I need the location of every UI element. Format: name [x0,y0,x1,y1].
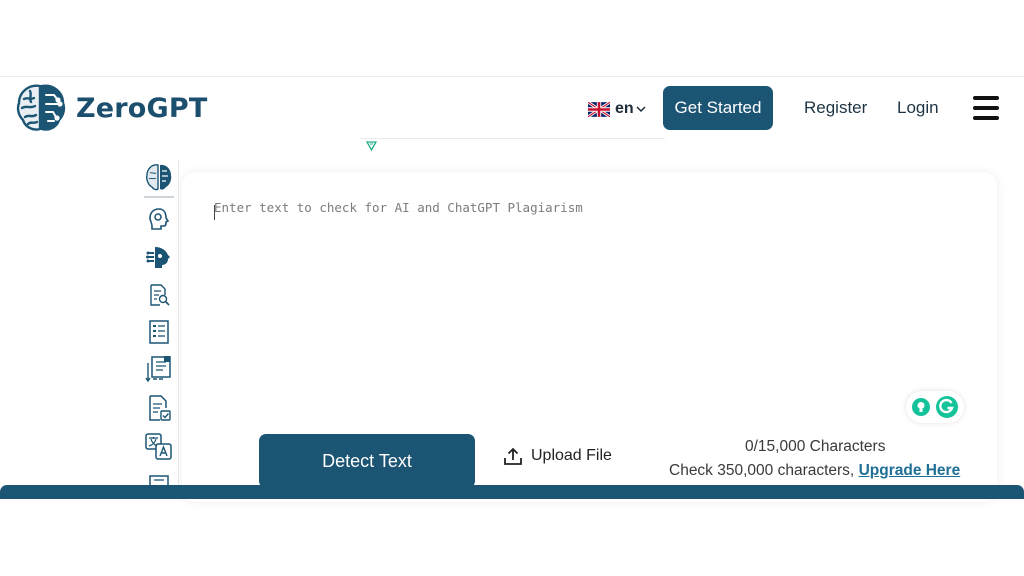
upload-file-button[interactable]: Upload File [503,446,612,466]
logo[interactable]: ZeroGPT [14,81,208,135]
text-cursor [214,205,215,220]
register-link[interactable]: Register [804,98,867,118]
upgrade-prefix: Check 350,000 characters, [669,462,859,479]
get-started-button[interactable]: Get Started [663,86,773,130]
text-input-area[interactable] [214,200,974,390]
login-link[interactable]: Login [897,98,939,118]
language-selector[interactable]: en [588,100,646,118]
bottom-banner-bar [0,485,1024,499]
header-divider [0,76,1024,77]
hamburger-line [973,116,999,120]
detect-text-button[interactable]: Detect Text [259,434,475,488]
word-counter-icon[interactable] [144,354,174,384]
brain-logo-icon [16,84,66,131]
ad-divider [360,138,665,139]
grammar-checker-icon[interactable] [144,393,174,423]
translator-icon[interactable] [144,432,174,462]
active-tool-indicator [144,196,174,198]
summarizer-icon[interactable] [144,317,174,347]
ai-detector-brain-icon[interactable] [144,162,174,192]
rail-divider [178,160,179,490]
chevron-down-icon [636,106,646,113]
character-counter: 0/15,000 Characters [745,438,886,455]
brand-name: ZeroGPT [76,92,208,124]
tools-sidebar [140,160,176,490]
grammarly-g-icon [936,396,958,418]
upgrade-message: Check 350,000 characters, Upgrade Here [669,462,960,480]
paraphraser-icon[interactable] [144,280,174,310]
language-label: en [615,100,634,117]
upload-label: Upload File [531,447,612,464]
upload-icon [504,447,522,465]
hamburger-line [973,96,999,100]
lightbulb-icon [912,398,930,416]
upgrade-link[interactable]: Upgrade Here [859,462,961,479]
grammarly-widget[interactable] [906,391,964,423]
menu-hamburger-icon[interactable] [973,96,999,120]
uk-flag-icon [588,101,610,117]
ai-chat-icon[interactable] [144,242,174,272]
hamburger-line [973,106,999,110]
ai-humanizer-icon[interactable] [144,204,174,234]
ad-choices-icon[interactable] [366,141,377,152]
